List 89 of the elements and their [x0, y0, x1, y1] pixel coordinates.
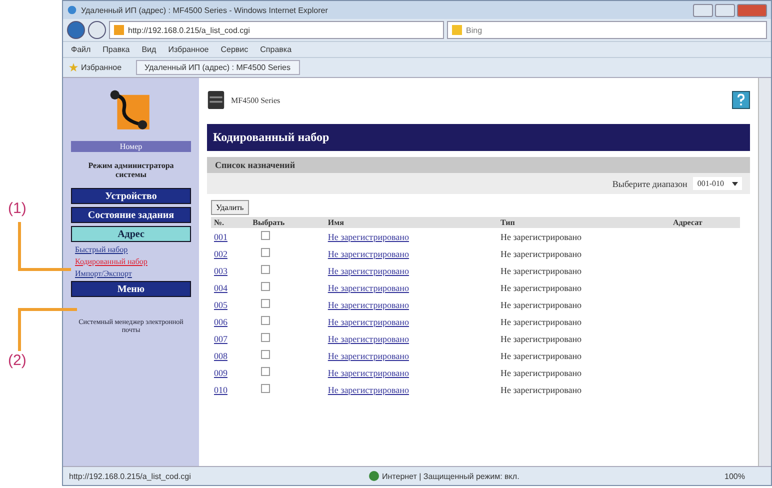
column-header: Имя [324, 217, 498, 228]
back-button[interactable] [67, 21, 85, 39]
type-cell: Не зарегистрировано [500, 248, 582, 258]
number-link[interactable]: 001 [214, 232, 228, 242]
checkbox[interactable] [260, 282, 270, 291]
column-header: Выбрать [250, 217, 325, 228]
number-link[interactable]: 010 [214, 384, 228, 394]
name-link[interactable]: Не зарегистрировано [328, 316, 409, 326]
range-label: Выберите диапазон [612, 178, 688, 188]
address-field[interactable]: http://192.168.0.215/a_list_cod.cgi [109, 21, 444, 39]
name-link[interactable]: Не зарегистрировано [328, 232, 409, 242]
close-button[interactable] [737, 4, 767, 16]
printer-icon [207, 90, 225, 110]
name-link[interactable]: Не зарегистрировано [328, 368, 409, 378]
name-link[interactable]: Не зарегистрировано [328, 282, 409, 292]
name-link[interactable]: Не зарегистрировано [328, 350, 409, 360]
page-title: Кодированный набор [207, 124, 750, 151]
type-cell: Не зарегистрировано [500, 334, 582, 344]
sidebar-button[interactable]: Устройство [71, 188, 191, 204]
number-link[interactable]: 006 [214, 316, 228, 326]
name-link[interactable]: Не зарегистрировано [328, 334, 409, 344]
sidebar-button[interactable]: Адрес [71, 226, 191, 242]
status-url: http://192.168.0.215/a_list_cod.cgi [69, 472, 192, 480]
number-link[interactable]: 003 [214, 266, 228, 276]
type-cell: Не зарегистрировано [500, 368, 582, 378]
security-zone: Интернет | Защищенный режим: вкл. [369, 471, 725, 481]
minimize-button[interactable] [693, 4, 713, 16]
device-name: MF4500 Series [231, 96, 282, 104]
menu-item[interactable]: Сервис [220, 45, 248, 54]
type-cell: Не зарегистрировано [500, 266, 582, 276]
sidebar-link[interactable]: Импорт/Экспорт [75, 269, 132, 278]
number-link[interactable]: 005 [214, 300, 228, 310]
window-title: Удаленный ИП (адрес) : MF4500 Series - Windows Internet Explorer [81, 6, 329, 14]
name-link[interactable]: Не зарегистрировано [328, 384, 409, 394]
column-header: Адресат [670, 217, 740, 228]
search-field[interactable]: Bing [447, 21, 767, 39]
sidebar-link[interactable]: Быстрый набор [75, 245, 128, 254]
caret-icon [732, 182, 738, 186]
site-icon [114, 25, 124, 35]
sidebar-button[interactable]: Меню [71, 281, 191, 297]
number-link[interactable]: 009 [214, 368, 228, 378]
column-header: Тип [497, 217, 670, 228]
type-cell: Не зарегистрировано [500, 300, 582, 310]
type-cell: Не зарегистрировано [500, 232, 582, 242]
help-icon [733, 92, 749, 108]
type-cell: Не зарегистрировано [500, 350, 582, 360]
checkbox[interactable] [260, 231, 270, 240]
zoom-level[interactable]: 100% [724, 472, 745, 480]
column-header: №. [211, 217, 250, 228]
number-link[interactable]: 008 [214, 350, 228, 360]
type-cell: Не зарегистрировано [500, 384, 582, 394]
number-link[interactable]: 007 [214, 334, 228, 344]
globe-icon [369, 471, 379, 481]
star-icon [69, 63, 78, 72]
type-cell: Не зарегистрировано [500, 282, 582, 292]
browser-tab[interactable]: Удаленный ИП (адрес) : MF4500 Series [136, 60, 300, 75]
checkbox[interactable] [260, 350, 270, 359]
menu-item[interactable]: Правка [102, 45, 130, 54]
checkbox[interactable] [260, 248, 270, 257]
name-link[interactable]: Не зарегистрировано [328, 266, 409, 276]
section-header: Список назначений [207, 157, 750, 173]
checkbox[interactable] [260, 333, 270, 342]
mode-label: Режим администратора системы [87, 161, 175, 179]
callout-label: (2) [8, 352, 26, 369]
name-link[interactable]: Не зарегистрировано [328, 300, 409, 310]
callout-label: (1) [8, 200, 26, 217]
maximize-button[interactable] [715, 4, 735, 16]
name-link[interactable]: Не зарегистрировано [328, 248, 409, 258]
favorites-button[interactable]: Избранное [69, 63, 122, 72]
range-dropdown[interactable]: 001-010 [693, 177, 742, 190]
menu-item[interactable]: Справка [260, 45, 292, 54]
type-cell: Не зарегистрировано [500, 316, 582, 326]
forward-button[interactable] [88, 21, 106, 39]
help-button[interactable] [732, 91, 750, 109]
delete-button[interactable]: Удалить [211, 200, 249, 215]
checkbox[interactable] [260, 316, 270, 325]
checkbox[interactable] [260, 299, 270, 308]
browser-icon [67, 5, 77, 15]
menu-item[interactable]: Файл [71, 45, 91, 54]
checkbox[interactable] [260, 367, 270, 376]
checkbox[interactable] [260, 384, 270, 393]
menu-item[interactable]: Избранное [168, 45, 209, 54]
menu-item[interactable]: Вид [142, 45, 156, 54]
sidebar-button[interactable]: Состояние задания [71, 207, 191, 223]
number-link[interactable]: 004 [214, 282, 228, 292]
scrollbar[interactable] [758, 78, 771, 466]
number-link[interactable]: 002 [214, 248, 228, 258]
checkbox[interactable] [260, 265, 270, 274]
logo-caption: Номер [71, 141, 191, 152]
